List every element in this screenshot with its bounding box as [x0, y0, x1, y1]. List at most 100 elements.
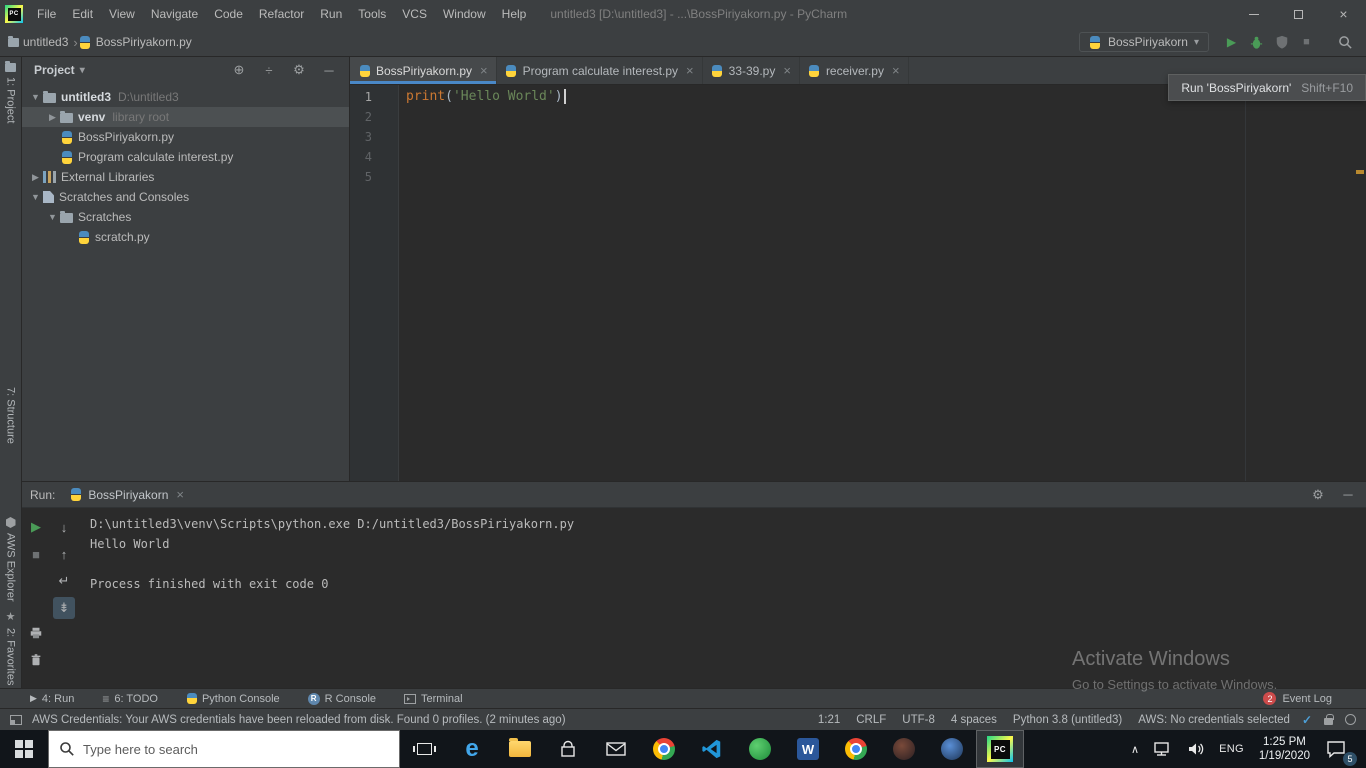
stripe-favorites-button[interactable]: ★ 2: Favorites [0, 610, 21, 685]
maximize-button[interactable] [1276, 0, 1321, 28]
chrome-taskbar-button[interactable] [640, 730, 688, 768]
run-tab[interactable]: BossPiriyakorn × [69, 487, 184, 502]
tree-item-program-calculate-interest[interactable]: Program calculate interest.py [22, 147, 349, 167]
up-stack-icon[interactable]: ↑ [53, 543, 75, 565]
chrome-profile2-taskbar-button[interactable] [832, 730, 880, 768]
taskbar-search[interactable] [48, 730, 400, 768]
collapse-all-icon[interactable]: ÷ [259, 63, 279, 78]
tree-item-scratches[interactable]: ▼ Scratches [22, 207, 349, 227]
tree-item-scratches-and-consoles[interactable]: ▼ Scratches and Consoles [22, 187, 349, 207]
close-tab-icon[interactable]: × [783, 63, 791, 78]
network-icon[interactable] [1146, 730, 1180, 768]
expand-arrow-icon[interactable]: ▼ [28, 192, 43, 202]
lock-icon[interactable] [1324, 714, 1334, 725]
mail-taskbar-button[interactable] [592, 730, 640, 768]
aws-credentials-widget[interactable]: AWS: No credentials selected [1138, 714, 1290, 726]
console-output[interactable]: D:\untitled3\venv\Scripts\python.exe D:/… [78, 508, 1366, 688]
dark-app-taskbar-button[interactable] [880, 730, 928, 768]
close-button[interactable]: × [1321, 0, 1366, 28]
action-center-icon[interactable]: 5 [1318, 730, 1360, 768]
word-taskbar-button[interactable]: W [784, 730, 832, 768]
notifications-icon[interactable] [1345, 714, 1356, 725]
task-view-button[interactable] [400, 730, 448, 768]
coverage-button[interactable] [1269, 30, 1294, 54]
locate-file-icon[interactable]: ⊕ [229, 62, 249, 78]
search-everywhere-icon[interactable] [1333, 30, 1358, 54]
breadcrumb-project[interactable]: untitled3 [23, 35, 68, 49]
interpreter-widget[interactable]: Python 3.8 (untitled3) [1013, 714, 1122, 726]
toolwindow-switcher-icon[interactable] [10, 714, 22, 725]
vscode-taskbar-button[interactable] [688, 730, 736, 768]
hidden-icons-chevron[interactable]: ∧ [1124, 730, 1146, 768]
menu-refactor[interactable]: Refactor [251, 0, 312, 28]
menu-run[interactable]: Run [312, 0, 350, 28]
tab-33-39[interactable]: 33-39.py × [703, 57, 800, 84]
tab-bosspiriyakorn[interactable]: BossPiriyakorn.py × [350, 57, 497, 84]
close-tab-icon[interactable]: × [480, 63, 488, 78]
menu-tools[interactable]: Tools [350, 0, 394, 28]
green-app-taskbar-button[interactable] [736, 730, 784, 768]
toolwindow-run-button[interactable]: ▶ 4: Run [30, 693, 74, 705]
expand-arrow-icon[interactable]: ▼ [28, 92, 43, 102]
menu-code[interactable]: Code [206, 0, 251, 28]
breadcrumb-file[interactable]: BossPiriyakorn.py [96, 35, 192, 49]
store-taskbar-button[interactable] [544, 730, 592, 768]
project-view-select[interactable]: Project ▾ [34, 63, 85, 77]
toolwindow-todo-button[interactable]: ≡ 6: TODO [102, 692, 158, 706]
hide-run-panel-icon[interactable]: ─ [1338, 487, 1358, 502]
event-log-button[interactable]: 2 Event Log [1263, 692, 1332, 705]
menu-vcs[interactable]: VCS [394, 0, 435, 28]
clear-console-button[interactable] [25, 649, 47, 671]
stripe-structure-button[interactable]: 7: Structure [0, 387, 21, 444]
hide-panel-icon[interactable]: ─ [319, 63, 339, 78]
stop-button[interactable]: ■ [1294, 30, 1319, 54]
toolwindow-python-console-button[interactable]: Python Console [186, 693, 280, 705]
down-stack-icon[interactable]: ↓ [53, 516, 75, 538]
start-button[interactable] [0, 730, 48, 768]
tree-item-scratch-py[interactable]: scratch.py [22, 227, 349, 247]
indent-widget[interactable]: 4 spaces [951, 714, 997, 726]
toolwindow-r-console-button[interactable]: R R Console [307, 692, 376, 705]
run-configuration-select[interactable]: BossPiriyakorn ▾ [1078, 32, 1209, 52]
edge-taskbar-button[interactable]: e [448, 730, 496, 768]
taskbar-clock[interactable]: 1:25 PM 1/19/2020 [1251, 735, 1318, 763]
pycharm-taskbar-button[interactable]: PC [976, 730, 1024, 768]
tab-receiver[interactable]: receiver.py × [800, 57, 909, 84]
soft-wrap-icon[interactable]: ↵ [53, 570, 75, 592]
blue-app-taskbar-button[interactable] [928, 730, 976, 768]
menu-navigate[interactable]: Navigate [143, 0, 206, 28]
menu-help[interactable]: Help [494, 0, 535, 28]
line-ending-widget[interactable]: CRLF [856, 714, 886, 726]
run-settings-gear-icon[interactable]: ⚙ [1308, 487, 1328, 503]
debug-button[interactable] [1244, 30, 1269, 54]
run-button[interactable]: ▶ [1219, 30, 1244, 54]
minimize-button[interactable] [1231, 0, 1276, 28]
menu-window[interactable]: Window [435, 0, 494, 28]
close-tab-icon[interactable]: × [686, 63, 694, 78]
expand-arrow-icon[interactable]: ▼ [45, 212, 60, 222]
code-area[interactable]: print('Hello World') [399, 85, 1366, 481]
language-indicator[interactable]: ENG [1212, 730, 1251, 768]
caret-position-widget[interactable]: 1:21 [818, 714, 840, 726]
expand-arrow-icon[interactable]: ▶ [28, 172, 43, 183]
tree-item-bosspiriyakorn[interactable]: BossPiriyakorn.py [22, 127, 349, 147]
print-console-button[interactable] [25, 622, 47, 644]
close-tab-icon[interactable]: × [176, 487, 184, 502]
warning-stripe-mark[interactable] [1356, 170, 1364, 174]
tree-item-venv[interactable]: ▶ venv library root [22, 107, 349, 127]
file-explorer-taskbar-button[interactable] [496, 730, 544, 768]
aws-check-icon[interactable]: ✓ [1302, 713, 1312, 727]
settings-gear-icon[interactable]: ⚙ [289, 62, 309, 78]
menu-view[interactable]: View [101, 0, 143, 28]
encoding-widget[interactable]: UTF-8 [902, 714, 935, 726]
stripe-project-button[interactable]: 1: Project [0, 61, 21, 123]
stop-process-button[interactable]: ■ [25, 543, 47, 565]
editor-pane[interactable]: 1 2 3 4 5 print('Hello World') Run 'Boss… [350, 74, 1366, 481]
tab-program-calculate-interest[interactable]: Program calculate interest.py × [497, 57, 703, 84]
toolwindow-terminal-button[interactable]: Terminal [404, 693, 463, 705]
status-message[interactable]: AWS Credentials: Your AWS credentials ha… [32, 714, 566, 726]
menu-file[interactable]: File [29, 0, 64, 28]
expand-arrow-icon[interactable]: ▶ [45, 112, 60, 123]
rerun-button[interactable]: ▶ [25, 516, 47, 538]
scroll-to-end-icon[interactable]: ⇟ [53, 597, 75, 619]
